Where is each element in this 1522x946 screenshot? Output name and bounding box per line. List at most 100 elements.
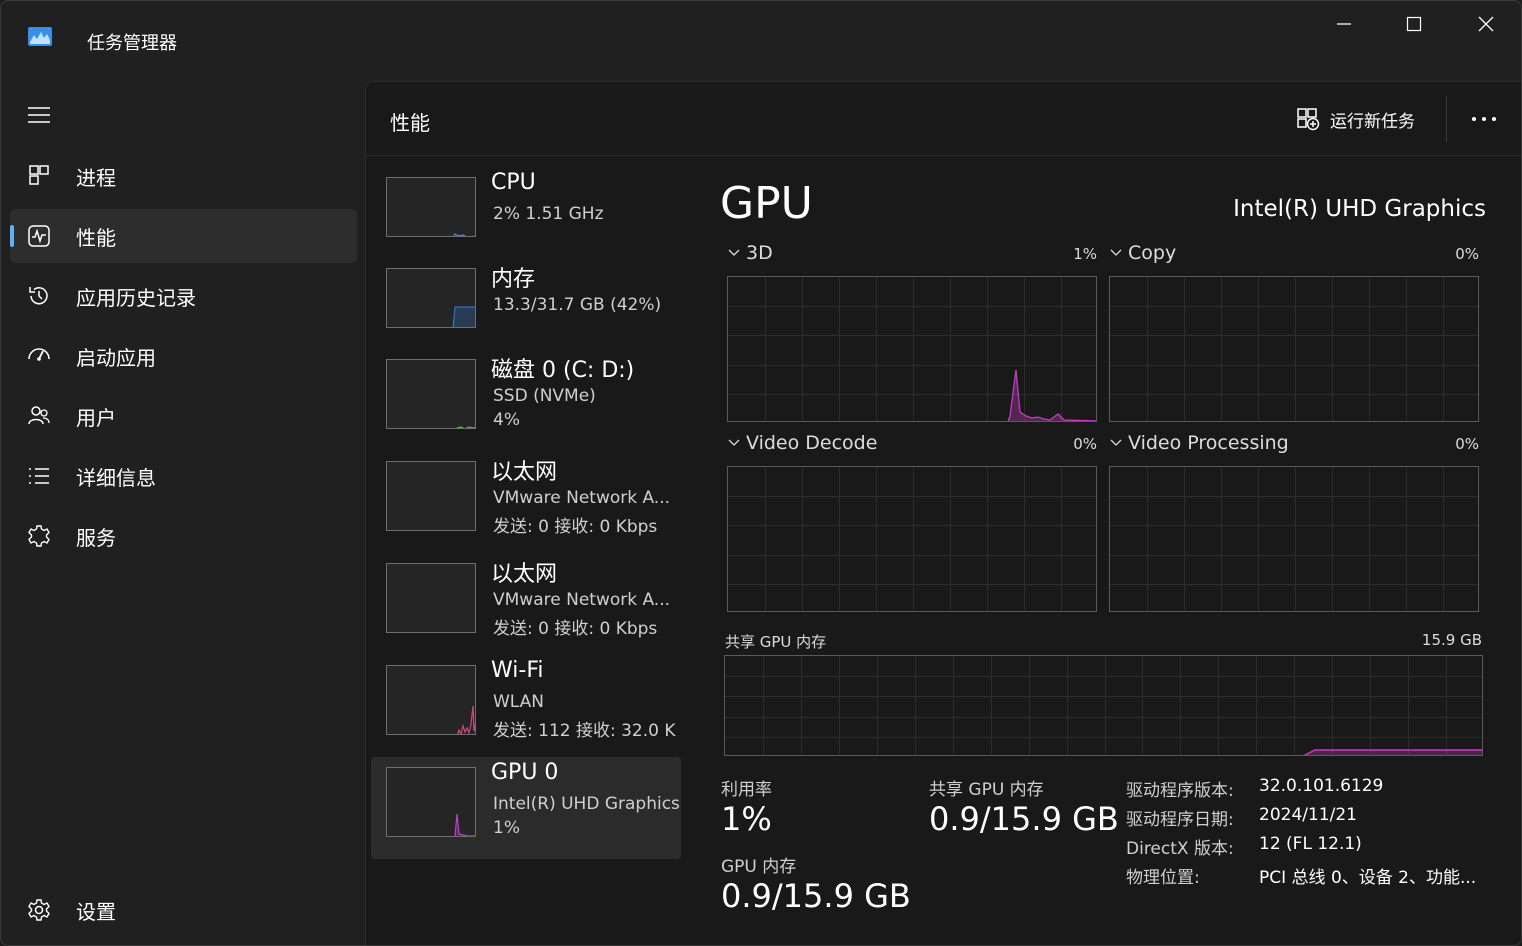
shared-memory-area <box>1306 750 1482 755</box>
device-detail-line-2: 4% <box>493 410 520 430</box>
minimize-button[interactable] <box>1309 7 1379 41</box>
run-new-task-label: 运行新任务 <box>1330 111 1415 132</box>
device-disk-0[interactable]: 磁盘 0 (C: D:) SSD (NVMe) 4% <box>371 349 681 447</box>
device-name: 磁盘 0 (C: D:) <box>491 358 635 383</box>
close-button[interactable] <box>1451 7 1521 41</box>
utilization-label: 利用率 <box>721 780 772 800</box>
sidebar: 进程 性能 应用历史记录 启动应用 用户 详细信息 服务 设置 <box>1 81 365 945</box>
engine-percent: 0% <box>1455 435 1479 453</box>
device-name: GPU 0 <box>491 760 559 785</box>
more-icon <box>1472 117 1496 121</box>
engine-name: Video Processing <box>1128 432 1289 454</box>
engine-video-processing-graph <box>1109 466 1479 612</box>
engine-name: Copy <box>1128 242 1177 264</box>
device-cpu[interactable]: CPU 2% 1.51 GHz <box>371 167 681 265</box>
hamburger-menu-icon[interactable] <box>27 105 51 125</box>
sidebar-item-app-history[interactable]: 应用历史记录 <box>10 269 357 323</box>
device-name: CPU <box>491 170 536 195</box>
thumbnail-line <box>457 705 475 734</box>
chevron-down-icon <box>728 439 740 446</box>
driver-date-value: 2024/11/21 <box>1259 805 1357 825</box>
chevron-down-icon <box>1110 439 1122 446</box>
sidebar-item-users[interactable]: 用户 <box>10 389 357 443</box>
device-thumbnail-graph <box>386 461 476 531</box>
thumbnail-line <box>456 426 475 428</box>
device-memory[interactable]: 内存 13.3/31.7 GB (42%) <box>371 258 681 356</box>
shared-memory-graph <box>724 655 1483 756</box>
device-detail-line-2: 1% <box>493 818 520 838</box>
physical-location-value: PCI 总线 0、设备 2、功能... <box>1259 868 1477 888</box>
shared-memory-value: 0.9/15.9 GB <box>929 800 1119 838</box>
utilization-area <box>1008 370 1096 421</box>
driver-version-value: 32.0.101.6129 <box>1259 776 1384 796</box>
engine-video-processing-selector[interactable]: Video Processing <box>1110 432 1289 454</box>
sidebar-item-performance[interactable]: 性能 <box>10 209 357 263</box>
main-header: 性能 运行新任务 <box>366 82 1521 156</box>
shared-memory-graph-max: 15.9 GB <box>1421 631 1482 649</box>
sidebar-item-processes[interactable]: 进程 <box>10 149 357 203</box>
sidebar-item-label: 性能 <box>76 226 116 250</box>
engine-copy-selector[interactable]: Copy <box>1110 242 1176 264</box>
sidebar-item-label: 用户 <box>76 406 116 430</box>
device-name: 内存 <box>491 267 536 292</box>
device-ethernet-1[interactable]: 以太网 VMware Network A... 发送: 0 接收: 0 Kbps <box>371 451 681 549</box>
maximize-button[interactable] <box>1379 7 1449 41</box>
device-detail-line-2: 发送: 0 接收: 0 Kbps <box>493 619 658 639</box>
device-detail-line-1: WLAN <box>493 692 545 712</box>
sidebar-item-details[interactable]: 详细信息 <box>10 449 357 503</box>
active-indicator <box>10 225 14 247</box>
engine-copy-graph <box>1109 276 1479 422</box>
startup-icon <box>28 348 50 361</box>
sidebar-item-label: 详细信息 <box>76 466 156 490</box>
engine-3d-selector[interactable]: 3D <box>728 242 773 264</box>
maximize-icon <box>1406 16 1422 32</box>
run-new-task-button[interactable]: 运行新任务 <box>1296 104 1415 134</box>
device-gpu-0[interactable]: GPU 0 Intel(R) UHD Graphics 1% <box>371 757 681 859</box>
header-divider <box>1446 96 1447 142</box>
device-wifi[interactable]: Wi-Fi WLAN 发送: 112 接收: 32.0 K <box>371 655 681 753</box>
device-name: Wi-Fi <box>491 658 544 683</box>
device-thumbnail-graph <box>386 767 476 837</box>
sidebar-item-label: 设置 <box>76 900 116 924</box>
device-detail-line-2: 发送: 0 接收: 0 Kbps <box>493 517 658 537</box>
gpu-memory-value: 0.9/15.9 GB <box>721 877 911 915</box>
driver-date-key: 驱动程序日期: <box>1126 810 1234 830</box>
processes-icon <box>29 165 49 185</box>
engine-percent: 0% <box>1455 245 1479 263</box>
device-name: 以太网 <box>491 460 558 485</box>
device-thumbnail-graph <box>386 177 476 237</box>
thumbnail-area <box>453 307 475 327</box>
run-new-task-icon <box>1297 108 1320 131</box>
chevron-down-icon <box>728 249 740 256</box>
engine-name: 3D <box>746 242 773 264</box>
device-name: 以太网 <box>491 562 558 587</box>
driver-version-key: 驱动程序版本: <box>1126 781 1234 801</box>
sidebar-item-label: 应用历史记录 <box>76 286 196 310</box>
utilization-value: 1% <box>721 800 772 838</box>
sidebar-item-label: 服务 <box>76 526 116 550</box>
directx-version-value: 12 (FL 12.1) <box>1259 834 1362 854</box>
gpu-memory-label: GPU 内存 <box>721 857 797 877</box>
device-thumbnail-graph <box>386 665 476 735</box>
sidebar-item-label: 进程 <box>76 166 116 190</box>
more-options-button[interactable] <box>1464 104 1504 134</box>
device-detail-line-1: SSD (NVMe) <box>493 386 596 406</box>
sidebar-item-startup-apps[interactable]: 启动应用 <box>10 329 357 383</box>
device-ethernet-2[interactable]: 以太网 VMware Network A... 发送: 0 接收: 0 Kbps <box>371 553 681 651</box>
sidebar-item-settings[interactable]: 设置 <box>10 883 357 937</box>
engine-video-decode-selector[interactable]: Video Decode <box>728 432 877 454</box>
device-thumbnail-graph <box>386 359 476 429</box>
gpu-heading: GPU <box>720 178 813 229</box>
engine-percent: 1% <box>1073 245 1097 263</box>
chevron-down-icon <box>1110 249 1122 256</box>
device-thumbnail-graph <box>386 563 476 633</box>
device-detail-line-1: VMware Network A... <box>493 590 671 610</box>
shared-memory-graph-label: 共享 GPU 内存 <box>725 633 827 651</box>
users-icon <box>28 406 50 425</box>
sidebar-item-label: 启动应用 <box>76 346 156 370</box>
device-detail-line-1: 2% 1.51 GHz <box>493 204 604 224</box>
sidebar-item-services[interactable]: 服务 <box>10 509 357 563</box>
task-manager-app-icon <box>28 27 52 46</box>
engine-3d-graph <box>727 276 1097 422</box>
minimize-icon <box>1337 23 1351 25</box>
